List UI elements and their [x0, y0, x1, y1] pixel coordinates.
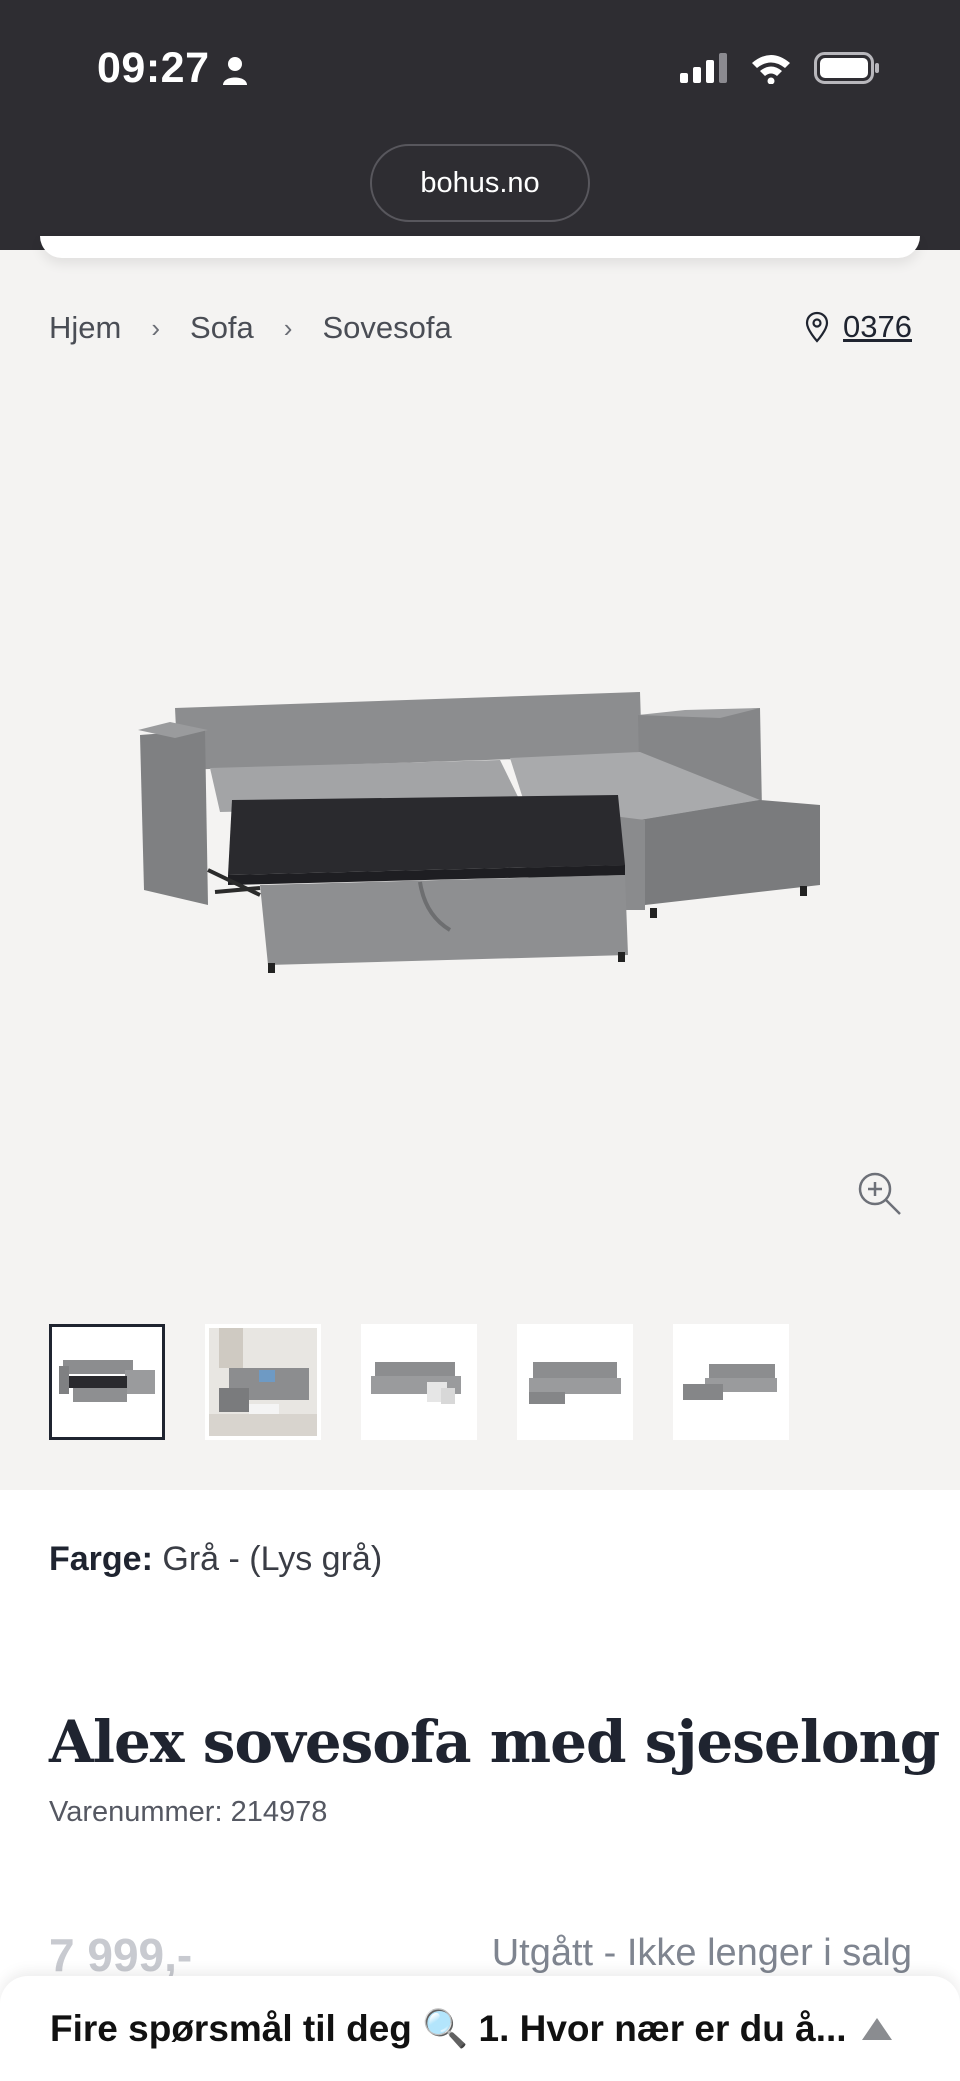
thumbnail-5[interactable] — [673, 1324, 789, 1440]
survey-bar[interactable]: Fire spørsmål til deg 🔍 1. Hvor nær er d… — [0, 1976, 960, 2081]
breadcrumb-separator: › — [151, 312, 161, 343]
breadcrumb-separator: › — [283, 312, 293, 343]
product-sku: Varenummer: 214978 — [49, 1796, 328, 1828]
breadcrumb: Hjem › Sofa › Sovesofa — [49, 310, 452, 346]
thumbnail-image — [209, 1328, 317, 1436]
product-title: Alex sovesofa med sjeselong — [49, 1708, 940, 1776]
status-time: 09:27 — [97, 44, 210, 92]
thumbnail-2[interactable] — [205, 1324, 321, 1440]
thumbnail-4[interactable] — [517, 1324, 633, 1440]
color-label: Farge: — [49, 1540, 153, 1578]
product-price: 7 999,- — [49, 1929, 193, 1981]
caret-up-icon[interactable] — [860, 2016, 894, 2042]
survey-text: Fire spørsmål til deg 🔍 1. Hvor nær er d… — [50, 2008, 847, 2049]
thumbnail-image — [683, 1364, 777, 1400]
breadcrumb-sovesofa[interactable]: Sovesofa — [322, 310, 451, 346]
person-icon — [223, 57, 247, 85]
product-image[interactable] — [120, 660, 840, 1000]
breadcrumb-sofa[interactable]: Sofa — [190, 310, 254, 346]
battery-icon — [814, 52, 879, 84]
zoom-in-icon[interactable] — [856, 1170, 904, 1218]
store-selector[interactable]: 0376 — [805, 309, 912, 345]
thumbnail-3[interactable] — [361, 1324, 477, 1440]
color-selection: Farge: Grå - (Lys grå) — [49, 1540, 382, 1579]
color-value: Grå - (Lys grå) — [162, 1540, 383, 1578]
thumbnail-1[interactable] — [49, 1324, 165, 1440]
thumbnail-image — [59, 1360, 155, 1402]
location-pin-icon — [805, 311, 829, 343]
breadcrumb-home[interactable]: Hjem — [49, 310, 121, 346]
signal-icon — [680, 53, 727, 83]
header-edge — [40, 236, 920, 258]
availability-status: Utgått - Ikke lenger i salg — [491, 1932, 912, 1974]
store-code[interactable]: 0376 — [843, 309, 912, 345]
thumbnail-image — [371, 1362, 461, 1404]
wifi-icon — [752, 55, 790, 84]
thumbnail-strip — [49, 1324, 789, 1440]
url-bar[interactable]: bohus.no — [370, 144, 590, 222]
browser-header: 09:27 bohus.no — [0, 0, 960, 250]
thumbnail-image — [529, 1362, 621, 1404]
